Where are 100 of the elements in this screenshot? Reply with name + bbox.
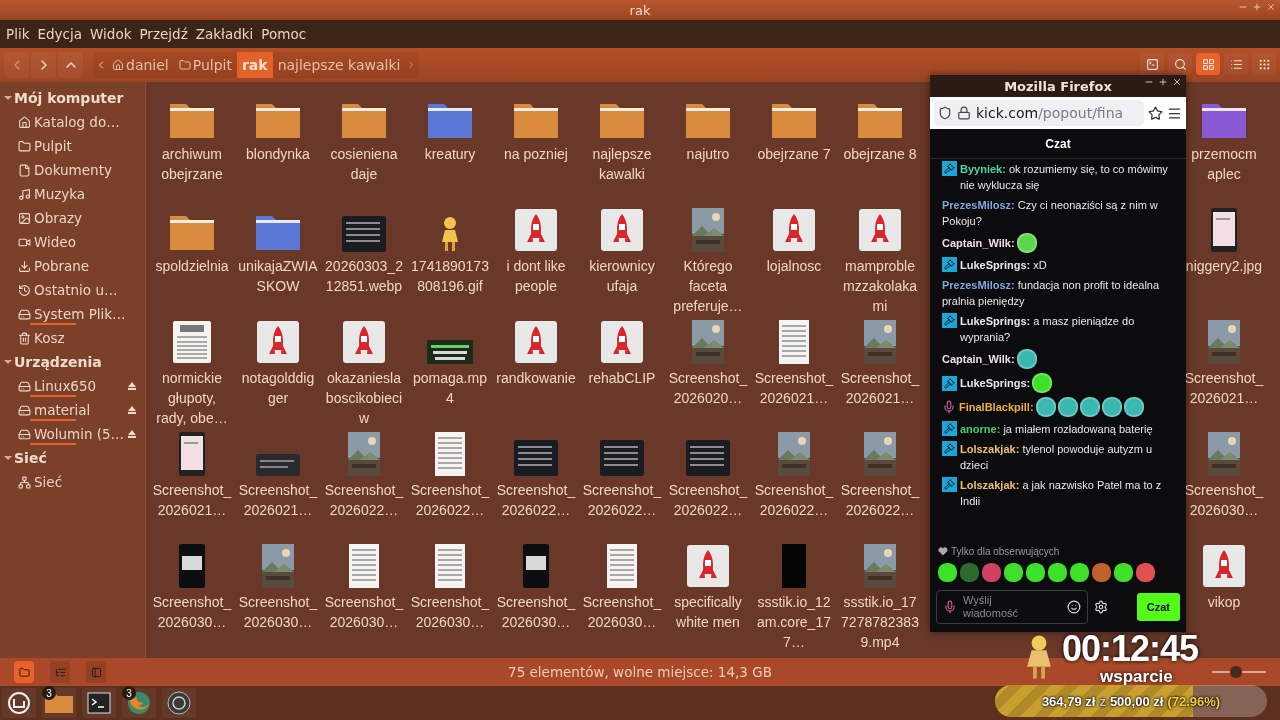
terminal-view-button[interactable]	[1140, 53, 1164, 75]
file-name[interactable]: Screenshot_2026022…	[754, 480, 834, 520]
search-view-button[interactable]	[1168, 53, 1192, 75]
menu-item[interactable]: Plik	[6, 26, 36, 42]
file-name[interactable]: unikajaZWIASKOW	[238, 256, 318, 296]
file-name[interactable]: Screenshot_2026030…	[582, 592, 662, 632]
menu-item[interactable]: Zakładki	[195, 26, 260, 42]
file-name[interactable]: Screenshot_2026021…	[238, 480, 318, 520]
breadcrumb-button[interactable]: Pulpit	[173, 52, 237, 78]
file-name[interactable]: Screenshot_2026021…	[754, 368, 834, 408]
file-name[interactable]: Screenshot_2026022…	[840, 480, 920, 520]
eject-icon[interactable]	[127, 381, 137, 391]
tree-panel-button[interactable]	[50, 661, 70, 683]
star-icon[interactable]	[1148, 105, 1163, 121]
address-field[interactable]: kick.com/popout/fina	[934, 100, 1144, 126]
file-name[interactable]: Screenshot_2026022…	[496, 480, 576, 520]
obs-taskbar-button[interactable]	[162, 688, 196, 718]
sidebar-item[interactable]: Pulpit	[34, 138, 137, 154]
file-name[interactable]: Screenshot_2026030…	[1184, 480, 1264, 520]
menu-item[interactable]: Edycja	[37, 26, 88, 42]
file-name[interactable]: Screenshot_2026030…	[152, 592, 232, 632]
file-name[interactable]: 1741890173808196.gif	[410, 256, 490, 296]
sidebar-item[interactable]: Wideo	[34, 234, 137, 250]
sidebar-item[interactable]: Pobrane	[34, 258, 137, 274]
sidebar-item[interactable]: Sieć	[34, 474, 137, 490]
file-name[interactable]: i dont like people	[496, 256, 576, 296]
chat-button[interactable]: Czat	[1136, 593, 1180, 621]
file-name[interactable]: ssstik.io_1772787823839.mp4	[840, 592, 920, 652]
file-name[interactable]: normickie głupoty, rady, obe…	[152, 368, 232, 428]
sidebar-item[interactable]: Obrazy	[34, 210, 137, 226]
file-name[interactable]: okazanieslaboscikobieciw	[324, 368, 404, 428]
file-name[interactable]: kierownicy ufaja	[582, 256, 662, 296]
menu-item[interactable]: Przejdź	[139, 26, 194, 42]
emote-icon[interactable]	[1070, 563, 1089, 582]
menu-icon[interactable]	[1167, 105, 1182, 121]
emote-icon[interactable]	[1048, 563, 1067, 582]
eject-icon[interactable]	[127, 405, 137, 415]
file-name[interactable]: Screenshot_2026030…	[238, 592, 318, 632]
maximize-icon[interactable]	[1252, 2, 1262, 12]
file-name[interactable]: Screenshot_2026021…	[840, 368, 920, 408]
emote-icon[interactable]	[1114, 563, 1133, 582]
file-name[interactable]: Screenshot_2026030…	[496, 592, 576, 632]
sidebar-item[interactable]: Katalog do…	[34, 114, 137, 130]
file-name[interactable]: obejrzane 7	[757, 144, 831, 164]
expanded-arrow-icon[interactable]	[2, 453, 14, 463]
file-name[interactable]: ssstik.io_12am.core_177…	[754, 592, 834, 652]
file-name[interactable]: najutro	[686, 144, 730, 164]
firefox-taskbar-button[interactable]: 3	[122, 688, 156, 718]
file-name[interactable]: najlepsze kawalki	[582, 144, 662, 184]
menu-taskbar-button[interactable]	[2, 688, 36, 718]
emote-icon[interactable]	[1026, 563, 1045, 582]
list-view-button[interactable]	[1224, 53, 1248, 75]
menu-item[interactable]: Widok	[90, 26, 138, 42]
sidebar-item[interactable]: Muzyka	[34, 186, 137, 202]
file-name[interactable]: cosieniena daje	[324, 144, 404, 184]
file-name[interactable]: niggery2.jpg	[1185, 256, 1263, 276]
file-name[interactable]: na pozniej	[504, 144, 568, 164]
file-name[interactable]: Którego faceta preferuje…	[668, 256, 748, 316]
breadcrumb-button[interactable]: najlepsze kawalki	[272, 52, 406, 78]
sidebar-item[interactable]: Kosz	[34, 330, 137, 346]
sidebar-item[interactable]: System Plik…	[34, 306, 137, 322]
file-name[interactable]: lojalnosc	[766, 256, 822, 276]
emote-icon[interactable]	[1136, 563, 1155, 582]
menu-item[interactable]: Pomoc	[261, 26, 313, 42]
file-name[interactable]: blondynka	[246, 144, 310, 164]
close-icon[interactable]	[1172, 77, 1182, 87]
file-name[interactable]: Screenshot_2026030…	[410, 592, 490, 632]
emote-icon[interactable]	[938, 563, 957, 582]
file-name[interactable]: kreatury	[424, 144, 476, 164]
file-name[interactable]: Screenshot_2026030…	[324, 592, 404, 632]
emote-icon[interactable]	[1004, 563, 1023, 582]
maximize-icon[interactable]	[1158, 77, 1168, 87]
file-name[interactable]: vikop	[1207, 592, 1241, 612]
message-field[interactable]: Wyślij wiadomość	[936, 590, 1088, 624]
file-name[interactable]: notagolddigger	[238, 368, 318, 408]
settings-button[interactable]	[1094, 600, 1108, 614]
file-name[interactable]: randkowanie	[496, 368, 576, 388]
file-name[interactable]: spoldzielnia	[155, 256, 229, 276]
hide-panel-button[interactable]	[86, 661, 106, 683]
file-name[interactable]: pomaga.mp4	[410, 368, 490, 408]
file-name[interactable]: Screenshot_2026021…	[152, 480, 232, 520]
emote-icon[interactable]	[1092, 563, 1111, 582]
sidebar-item[interactable]: material	[34, 402, 124, 418]
terminal-taskbar-button[interactable]	[82, 688, 116, 718]
file-name[interactable]: Screenshot_2026021…	[1184, 368, 1264, 408]
sidebar-item[interactable]: Linux650	[34, 378, 124, 394]
places-panel-button[interactable]	[14, 661, 34, 683]
sidebar-item[interactable]: Dokumenty	[34, 162, 137, 178]
file-name[interactable]: Screenshot_2026022…	[668, 480, 748, 520]
eject-icon[interactable]	[127, 429, 137, 439]
file-name[interactable]: obejrzane 8	[843, 144, 917, 164]
files-taskbar-button[interactable]: 3	[42, 688, 76, 718]
expanded-arrow-icon[interactable]	[2, 93, 14, 103]
sidebar-item[interactable]: Ostatnio u…	[34, 282, 137, 298]
file-name[interactable]: Screenshot_2026022…	[582, 480, 662, 520]
file-name[interactable]: specifically white men	[668, 592, 748, 632]
file-name[interactable]: Screenshot_2026022…	[410, 480, 490, 520]
file-name[interactable]: Screenshot_2026020…	[668, 368, 748, 408]
file-name[interactable]: przemocm aplec	[1184, 144, 1264, 184]
expanded-arrow-icon[interactable]	[2, 357, 14, 367]
